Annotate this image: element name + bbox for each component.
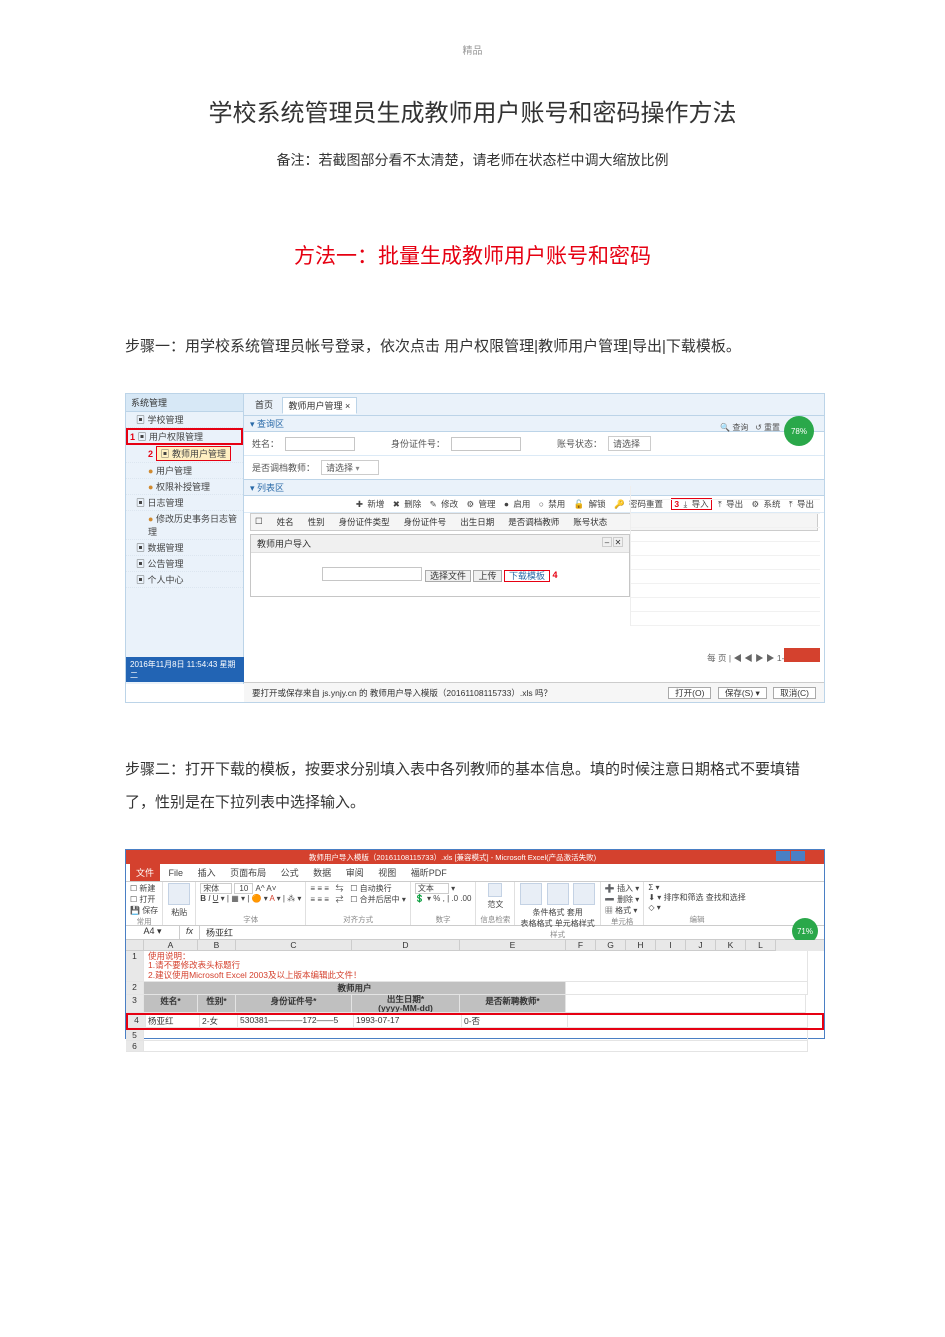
- browse-button[interactable]: 选择文件: [425, 570, 471, 582]
- download-bar: 要打开或保存来自 js.ynjy.cn 的 教师用户导入模版（201611081…: [244, 682, 824, 702]
- archive-select[interactable]: 请选择 ▾: [321, 460, 379, 475]
- worksheet: A B C D E F G H I J K L 1 使用说明： 1.请不要修改表…: [126, 940, 824, 1052]
- sidebar-status: 2016年11月8日 11:54:43 星期二: [126, 657, 244, 682]
- toolbar-btn[interactable]: ○ 禁用: [539, 499, 568, 509]
- callout-4: 4: [553, 570, 558, 580]
- toolbar-btn[interactable]: ● 启用: [504, 499, 533, 509]
- row-2-mergehead: 2 教师用户: [126, 982, 824, 995]
- translate-icon[interactable]: [488, 883, 502, 897]
- grid-empty-rows: [630, 486, 820, 626]
- group-number: 文本 ▾💲 ▾ % , | .0 .00 数字: [411, 882, 477, 925]
- toolbar-btn[interactable]: ✎ 修改: [430, 499, 461, 509]
- name-box[interactable]: A4 ▾: [126, 926, 180, 939]
- ribbon-tabs: 文件 File 插入 页面布局 公式 数据 审阅 视图 福昕PDF: [126, 864, 824, 882]
- table-format-icon[interactable]: [547, 883, 569, 905]
- toolbar-btn[interactable]: ⚙ 管理: [467, 499, 498, 509]
- screenshot-2: 教师用户导入模版（20161108115733）.xls [兼容模式] - Mi…: [125, 849, 825, 1039]
- formula-bar: A4 ▾ fx 杨亚红: [126, 926, 824, 940]
- col-headers: A B C D E F G H I J K L: [126, 940, 824, 951]
- open-button[interactable]: 打开(O): [668, 687, 711, 699]
- tree-item[interactable]: ▣ 数据管理: [126, 540, 243, 556]
- tree: ▣ 学校管理 1 ▣ 用户权限管理 2 ▣ 教师用户管理 ● 用户管理 ● 权限…: [126, 412, 243, 588]
- toolbar-btn[interactable]: ✖ 删除: [393, 499, 424, 509]
- search-reset[interactable]: 🔍 查询 ↺ 重置: [720, 422, 780, 433]
- row-5[interactable]: 5: [126, 1030, 824, 1041]
- step-one-text: 步骤一：用学校系统管理员帐号登录，依次点击 用户权限管理|教师用户管理|导出|下…: [125, 330, 820, 363]
- cell-style-icon[interactable]: [573, 883, 595, 905]
- group-edit: Σ ▾⬇ ▾ 排序和筛选 查找和选择◇ ▾ 编辑: [644, 882, 749, 925]
- row-1-hint: 1 使用说明： 1.请不要修改表头标题行 2.建议使用Microsoft Exc…: [126, 951, 824, 982]
- tab-pdf[interactable]: 福昕PDF: [405, 864, 453, 881]
- tree-item[interactable]: ▣ 公告管理: [126, 556, 243, 572]
- upload-button[interactable]: 上传: [473, 570, 501, 582]
- tree-item[interactable]: ▣ 个人中心: [126, 572, 243, 588]
- tree-teacher-user[interactable]: 2 ▣ 教师用户管理: [126, 445, 243, 463]
- tab-home[interactable]: 首页: [249, 397, 279, 412]
- tab-data[interactable]: 数据: [307, 864, 337, 881]
- max-icon[interactable]: [791, 851, 805, 861]
- step-two-text: 步骤二：打开下载的模板，按要求分别填入表中各列教师的基本信息。填的时候注意日期格…: [125, 753, 820, 819]
- tree-item[interactable]: ▣ 学校管理: [126, 412, 243, 428]
- download-template-link[interactable]: 下载模板: [504, 570, 550, 582]
- tab-view[interactable]: 视图: [372, 864, 402, 881]
- note: 备注：若截图部分看不太清楚，请老师在状态栏中调大缩放比例: [125, 150, 820, 170]
- tab-review[interactable]: 审阅: [340, 864, 370, 881]
- dialog-min-icon[interactable]: –: [602, 537, 612, 547]
- number-format-select[interactable]: 文本: [415, 883, 449, 894]
- tab-file-en[interactable]: File: [163, 866, 190, 880]
- progress-badge: 78%: [784, 416, 814, 446]
- doc-title: 学校系统管理员生成教师用户账号和密码操作方法: [125, 93, 820, 128]
- method-one-heading: 方法一：批量生成教师用户账号和密码: [125, 240, 820, 270]
- group-paste: 粘贴: [163, 882, 196, 925]
- formula-value[interactable]: 杨亚红: [200, 926, 239, 939]
- tab-teacher-mgmt[interactable]: 教师用户管理 ×: [282, 397, 358, 414]
- status-select[interactable]: 请选择: [608, 436, 651, 451]
- font-size-select[interactable]: 10: [234, 883, 253, 894]
- tab-file[interactable]: 文件: [130, 864, 160, 881]
- close-icon[interactable]: [806, 851, 820, 861]
- tabs: 首页 教师用户管理 ×: [244, 394, 824, 416]
- dialog-close-icon[interactable]: ✕: [613, 537, 623, 547]
- filter-row-1: 姓名： 身份证件号： 账号状态：请选择: [244, 432, 824, 456]
- tree-item[interactable]: ● 修改历史事务日志管理: [126, 511, 243, 540]
- tree-item[interactable]: ● 用户管理: [126, 463, 243, 479]
- fx-icon[interactable]: fx: [180, 926, 200, 939]
- ribbon: ☐ 新建☐ 打开💾 保存 常用 粘贴 宋体 10 A^ A˅ B I U ▾ |…: [126, 882, 824, 926]
- cancel-button[interactable]: 取消(C): [773, 687, 816, 699]
- import-dialog: 教师用户导入 –✕ 选择文件 上传 下载模板 4: [250, 534, 630, 597]
- row-6[interactable]: 6: [126, 1041, 824, 1052]
- excel-titlebar: 教师用户导入模版（20161108115733）.xls [兼容模式] - Mi…: [126, 850, 824, 864]
- group-font: 宋体 10 A^ A˅ B I U ▾ | ▦ ▾ | 🟠 ▾ A ▾ | ⁂ …: [196, 882, 306, 925]
- name-input[interactable]: [285, 437, 355, 451]
- font-family-select[interactable]: 宋体: [200, 883, 232, 894]
- save-button[interactable]: 保存(S) ▾: [718, 687, 767, 699]
- file-path-input[interactable]: [322, 567, 422, 581]
- sidebar: 系统管理 ▣ 学校管理 1 ▣ 用户权限管理 2 ▣ 教师用户管理 ● 用户管理…: [126, 394, 244, 684]
- group-style: 条件格式 套用 表格格式 单元格样式 样式: [515, 882, 600, 925]
- header-tag: 精品: [125, 42, 820, 57]
- tab-layout[interactable]: 页面布局: [224, 864, 272, 881]
- id-input[interactable]: [451, 437, 521, 451]
- group-common: ☐ 新建☐ 打开💾 保存 常用: [126, 882, 163, 925]
- group-trans: 范文 信息检索: [476, 882, 515, 925]
- group-align: ≡ ≡ ≡ ⇆ ☐ 自动换行≡ ≡ ≡ ⇄ ☐ 合并后居中 ▾ 对齐方式: [306, 882, 410, 925]
- group-cells: ➕ 插入 ▾➖ 删除 ▾▦ 格式 ▾ 单元格: [601, 882, 644, 925]
- filter-row-2: 是否调档教师： 请选择 ▾: [244, 456, 824, 480]
- row-3-th: 3 姓名* 性别* 身份证件号* 出生日期* (yyyy-MM-dd) 是否新聘…: [126, 995, 824, 1013]
- toolbar-btn[interactable]: ✚ 新增: [356, 499, 387, 509]
- dialog-title: 教师用户导入: [257, 537, 311, 550]
- cond-format-icon[interactable]: [520, 883, 542, 905]
- tree-user-perm[interactable]: 1 ▣ 用户权限管理: [126, 428, 243, 445]
- paste-icon[interactable]: [168, 883, 190, 905]
- min-icon[interactable]: [776, 851, 790, 861]
- sidebar-title: 系统管理: [126, 394, 243, 412]
- corner-badge: [784, 648, 820, 662]
- tree-item[interactable]: ▣ 日志管理: [126, 495, 243, 511]
- tab-formula[interactable]: 公式: [275, 864, 305, 881]
- row-4-data[interactable]: 4 杨亚红 2-女 530381————172——5 1993-07-17 0-…: [126, 1013, 824, 1030]
- screenshot-1: 系统管理 ▣ 学校管理 1 ▣ 用户权限管理 2 ▣ 教师用户管理 ● 用户管理…: [125, 393, 825, 703]
- toolbar-btn[interactable]: 🔓 解锁: [574, 499, 608, 509]
- tab-insert[interactable]: 插入: [192, 864, 222, 881]
- tree-item[interactable]: ● 权限补授管理: [126, 479, 243, 495]
